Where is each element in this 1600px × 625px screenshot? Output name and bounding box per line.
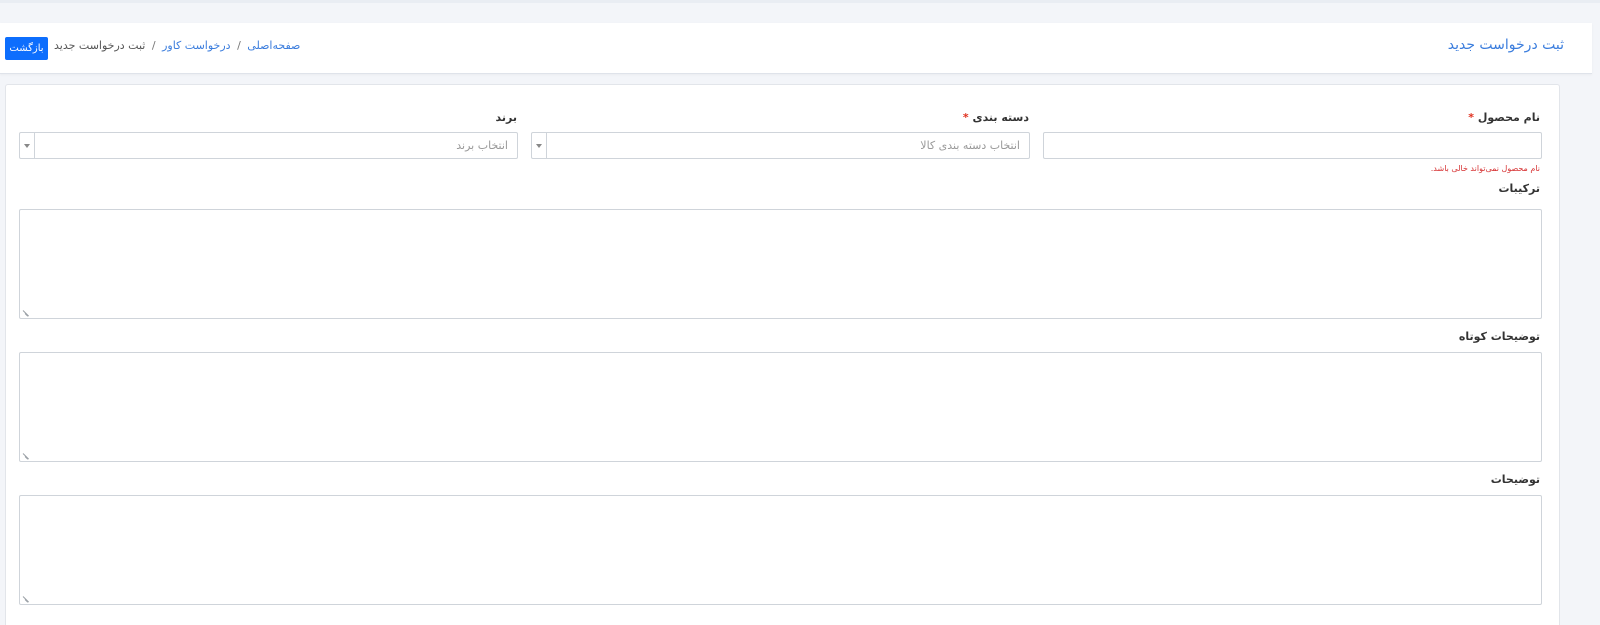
resize-handle-icon[interactable] bbox=[22, 452, 29, 459]
brand-select[interactable]: انتخاب برند bbox=[19, 132, 518, 159]
brand-label: برند bbox=[496, 111, 517, 124]
required-mark: * bbox=[1468, 111, 1474, 124]
short-description-textarea[interactable] bbox=[19, 352, 1542, 462]
category-select[interactable]: انتخاب دسته بندی کالا bbox=[531, 132, 1030, 159]
breadcrumb-separator: / bbox=[237, 39, 241, 52]
chevron-down-icon bbox=[24, 144, 30, 148]
required-mark: * bbox=[962, 111, 969, 124]
brand-dropdown-toggle[interactable] bbox=[20, 133, 35, 158]
back-button[interactable]: بازگشت bbox=[5, 37, 48, 60]
product-name-error: نام محصول نمی‌تواند خالی باشد. bbox=[1430, 164, 1540, 173]
top-border bbox=[0, 0, 1600, 3]
description-label: توضیحات bbox=[1490, 473, 1540, 486]
breadcrumb-current: ثبت درخواست جدید bbox=[54, 39, 146, 52]
page-header: ثبت درخواست جدید صفحه‌اصلی / درخواست کاو… bbox=[0, 23, 1592, 74]
short-description-label: توضیحات کوتاه bbox=[1458, 330, 1540, 343]
product-name-label: نام محصول * bbox=[1468, 111, 1540, 124]
breadcrumb-home[interactable]: صفحه‌اصلی bbox=[247, 39, 300, 52]
description-textarea[interactable] bbox=[19, 495, 1542, 605]
ingredients-label: ترکیبات bbox=[1498, 182, 1540, 195]
form-card: نام محصول * نام محصول نمی‌تواند خالی باش… bbox=[5, 84, 1560, 625]
resize-handle-icon[interactable] bbox=[22, 595, 29, 602]
product-name-label-text: نام محصول bbox=[1477, 111, 1540, 124]
chevron-down-icon bbox=[536, 144, 542, 148]
breadcrumb-parent[interactable]: درخواست کاور bbox=[162, 39, 230, 52]
breadcrumb-separator: / bbox=[151, 39, 156, 52]
brand-label-text: برند bbox=[495, 111, 517, 124]
category-label-text: دسته بندی bbox=[972, 111, 1029, 124]
brand-placeholder: انتخاب برند bbox=[456, 139, 508, 152]
breadcrumb: صفحه‌اصلی / درخواست کاور / ثبت درخواست ج… bbox=[54, 39, 300, 52]
category-placeholder: انتخاب دسته بندی کالا bbox=[920, 139, 1020, 152]
ingredients-textarea[interactable] bbox=[19, 209, 1542, 319]
product-name-input[interactable] bbox=[1043, 132, 1542, 159]
category-label: دسته بندی * bbox=[963, 111, 1029, 124]
category-dropdown-toggle[interactable] bbox=[532, 133, 547, 158]
page-title: ثبت درخواست جدید bbox=[1447, 37, 1564, 53]
resize-handle-icon[interactable] bbox=[22, 309, 29, 316]
